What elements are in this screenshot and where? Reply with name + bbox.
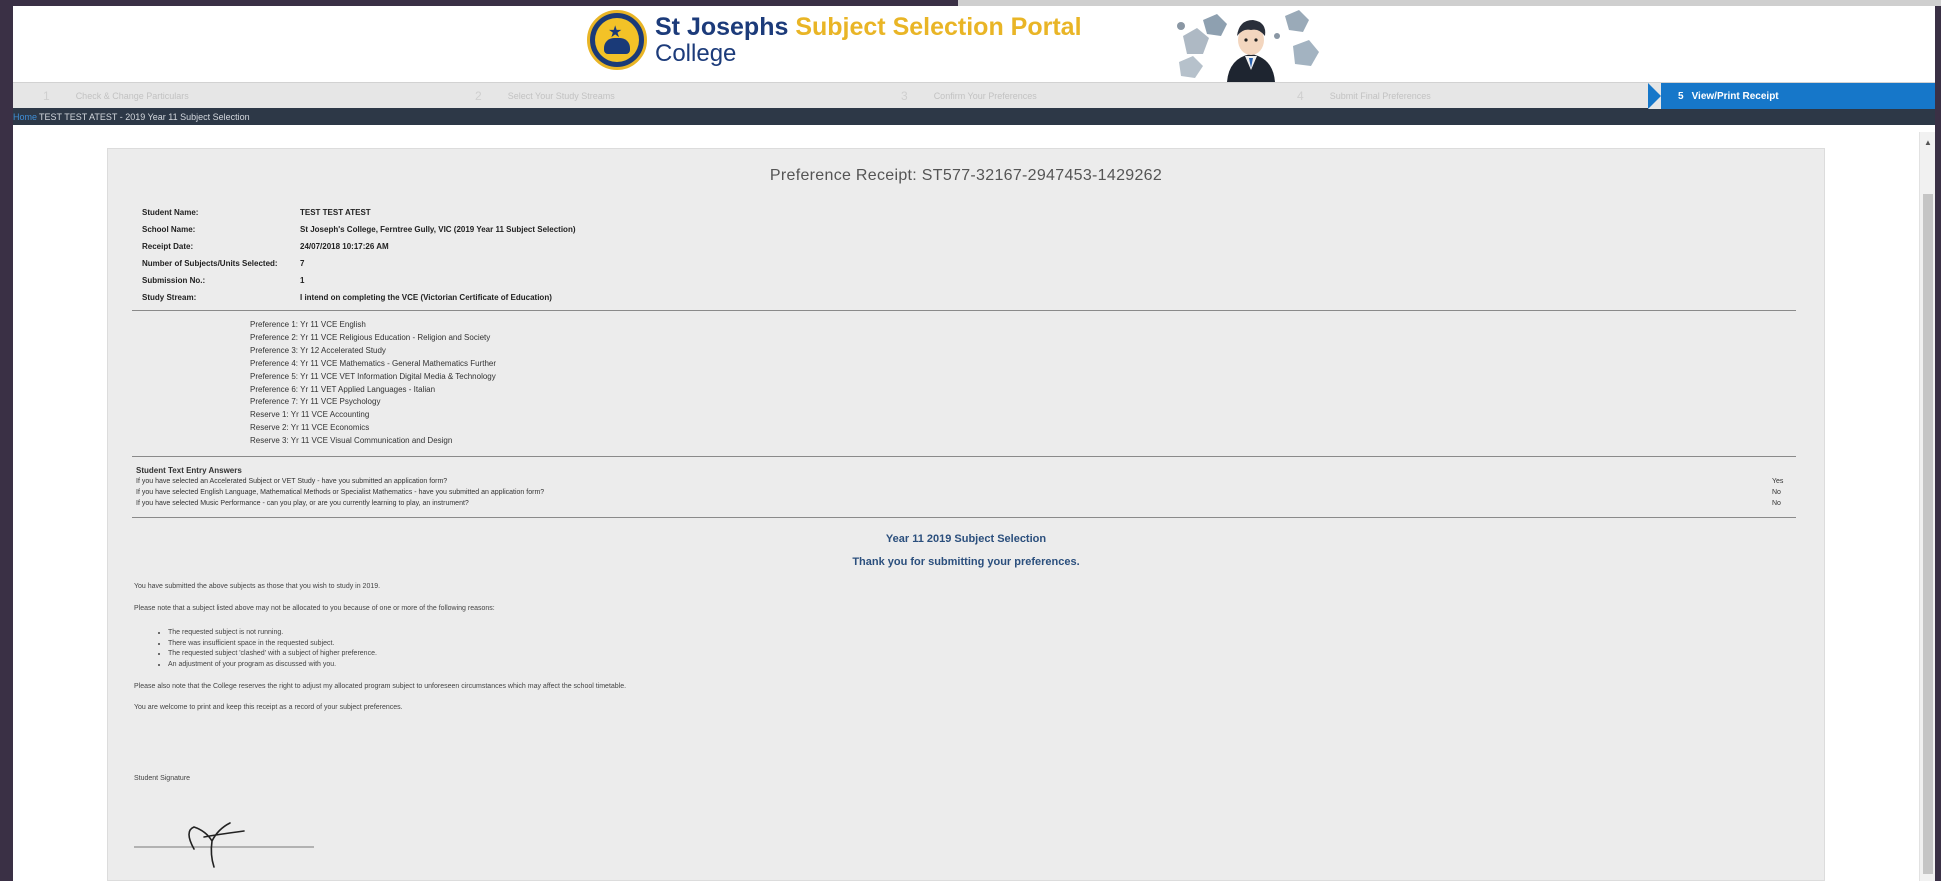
brand-subtitle: College — [655, 39, 737, 67]
wizard-stepbar: 1 Check & Change Particulars 2 Select Yo… — [13, 82, 1935, 109]
list-item: An adjustment of your program as discuss… — [168, 660, 377, 671]
print-note: You are welcome to print and keep this r… — [134, 704, 403, 711]
brand-portal-name: Subject Selection Portal — [795, 12, 1082, 41]
brand-text: St Josephs Subject Selection Portal Coll… — [655, 12, 1082, 67]
receipt-details: Student Name: TEST TEST ATEST School Nam… — [142, 204, 576, 306]
breadcrumb: Home TEST TEST ATEST - 2019 Year 11 Subj… — [13, 108, 1935, 125]
detail-row: Submission No.: 1 — [142, 276, 305, 285]
student-mascot-icon — [1177, 10, 1319, 82]
breadcrumb-current: TEST TEST ATEST - 2019 Year 11 Subject S… — [39, 111, 250, 122]
scroll-up-arrow-icon[interactable]: ▲ — [1924, 138, 1932, 147]
detail-row: School Name: St Joseph's College, Ferntr… — [142, 225, 576, 234]
college-logo[interactable]: ★ St Josephs Subject Selection Portal Co… — [587, 10, 1082, 70]
page-scrollbar[interactable]: ▲ — [1919, 132, 1935, 881]
list-item: The requested subject 'clashed' with a s… — [168, 649, 377, 660]
signature-icon — [134, 822, 314, 868]
receipt-panel: Preference Receipt: ST577-32167-2947453-… — [107, 148, 1825, 881]
thank-you-message: Thank you for submitting your preference… — [852, 556, 1080, 568]
step-4[interactable]: 4 Submit Final Preferences — [1297, 83, 1431, 109]
selection-title: Year 11 2019 Subject Selection — [885, 533, 1047, 545]
list-item: Preference 1: Yr 11 VCE English — [250, 320, 366, 329]
allocation-note: Please note that a subject listed above … — [134, 605, 495, 612]
detail-row: Number of Subjects/Units Selected: 7 — [142, 259, 305, 268]
receipt-title: Preference Receipt: ST577-32167-2947453-… — [769, 167, 1163, 184]
step-5-active[interactable]: 5 View/Print Receipt — [1648, 83, 1935, 109]
adjustment-note: Please also note that the College reserv… — [134, 683, 627, 690]
list-item: Reserve 1: Yr 11 VCE Accounting — [250, 410, 370, 420]
detail-row: Student Name: TEST TEST ATEST — [142, 208, 371, 217]
list-item: Reserve 3: Yr 11 VCE Visual Communicatio… — [250, 436, 453, 446]
submitted-message: You have submitted the above subjects as… — [134, 583, 381, 590]
browser-viewport: ★ St Josephs Subject Selection Portal Co… — [13, 6, 1935, 881]
list-item: There was insufficient space in the requ… — [168, 639, 377, 650]
brand-name: St Josephs — [655, 12, 789, 41]
list-item: Preference 3: Yr 12 Accelerated Study — [250, 345, 386, 355]
breadcrumb-home-link[interactable]: Home — [13, 112, 37, 122]
list-item: Preference 2: Yr 11 VCE Religious Educat… — [250, 332, 491, 342]
answer-row: If you have selected English Language, M… — [136, 489, 1781, 496]
divider — [132, 456, 1796, 457]
reason-list: The requested subject is not running. Th… — [156, 628, 377, 670]
list-item: Preference 7: Yr 11 VCE Psychology — [250, 397, 381, 407]
preference-list: Preference 1: Yr 11 VCE English Preferen… — [250, 319, 496, 448]
college-crest-icon: ★ — [587, 10, 647, 70]
divider — [132, 310, 1796, 311]
list-item: The requested subject is not running. — [168, 628, 377, 639]
answer-row: If you have selected Music Performance -… — [136, 500, 1781, 507]
step-3[interactable]: 3 Confirm Your Preferences — [901, 83, 1037, 109]
list-item: Preference 6: Yr 11 VET Applied Language… — [250, 384, 436, 394]
step-2[interactable]: 2 Select Your Study Streams — [475, 83, 615, 109]
site-header: ★ St Josephs Subject Selection Portal Co… — [13, 6, 1935, 82]
step-1[interactable]: 1 Check & Change Particulars — [43, 83, 189, 109]
divider — [132, 517, 1796, 518]
detail-row: Study Stream: I intend on completing the… — [142, 293, 552, 302]
list-item: Preference 4: Yr 11 VCE Mathematics - Ge… — [250, 358, 497, 368]
scrollbar-thumb[interactable] — [1923, 194, 1933, 874]
list-item: Preference 5: Yr 11 VCE VET Information … — [250, 371, 496, 381]
answer-row: If you have selected an Accelerated Subj… — [136, 478, 1784, 485]
text-entry-answers: Student Text Entry Answers If you have s… — [136, 465, 1794, 509]
detail-row: Receipt Date: 24/07/2018 10:17:26 AM — [142, 242, 389, 251]
text-entry-title: Student Text Entry Answers — [136, 466, 242, 475]
signature-label: Student Signature — [134, 775, 191, 782]
list-item: Reserve 2: Yr 11 VCE Economics — [250, 423, 370, 433]
